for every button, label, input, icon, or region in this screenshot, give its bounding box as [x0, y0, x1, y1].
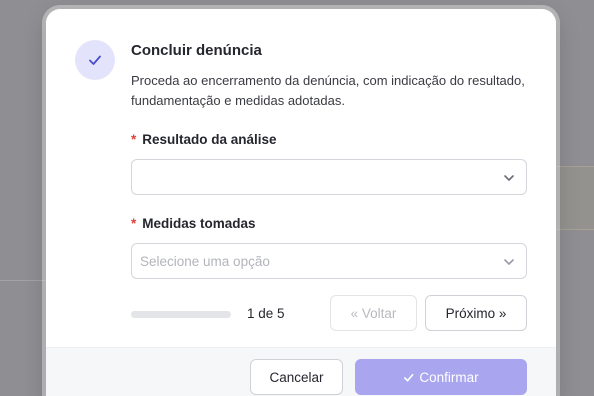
backdrop-divider	[0, 280, 46, 281]
back-button[interactable]: « Voltar	[330, 295, 417, 331]
status-check-badge	[75, 40, 115, 80]
measures-select-placeholder: Selecione uma opção	[140, 253, 270, 269]
check-icon	[89, 55, 101, 65]
page-indicator: 1 de 5	[247, 306, 285, 321]
measures-label-text: Medidas tomadas	[142, 216, 256, 231]
result-label-text: Resultado da análise	[142, 132, 277, 147]
confirm-button[interactable]: Confirmar	[355, 359, 527, 395]
confirm-button-label: Confirmar	[419, 369, 479, 385]
chevron-down-icon	[504, 259, 514, 265]
check-icon	[404, 373, 414, 382]
dialog-description: Proceda ao encerramento da denúncia, com…	[131, 73, 525, 108]
step-progress-fill	[131, 311, 151, 318]
chevron-down-icon	[504, 175, 514, 181]
dialog-title: Concluir denúncia	[131, 42, 262, 59]
next-button[interactable]: Próximo »	[425, 295, 527, 331]
measures-label: * Medidas tomadas	[131, 216, 256, 231]
measures-select[interactable]: Selecione uma opção	[131, 243, 527, 279]
conclude-complaint-dialog: Concluir denúncia Proceda ao encerrament…	[46, 9, 556, 396]
result-label: * Resultado da análise	[131, 132, 277, 147]
required-marker: *	[131, 132, 137, 147]
result-select[interactable]	[131, 159, 527, 195]
required-marker: *	[131, 216, 137, 231]
backdrop-panel	[552, 166, 594, 230]
cancel-button[interactable]: Cancelar	[250, 359, 343, 395]
step-progress-bar	[131, 311, 231, 318]
